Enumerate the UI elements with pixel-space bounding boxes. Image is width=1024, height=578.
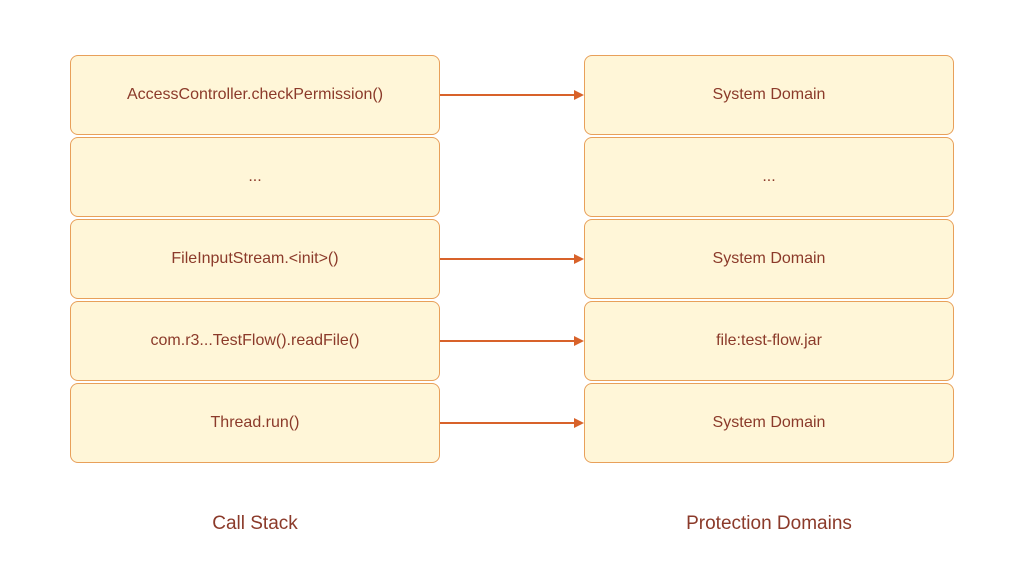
arrow-line — [440, 94, 574, 96]
domain-box: ... — [584, 137, 954, 217]
arrow-line — [440, 422, 574, 424]
domain-box: System Domain — [584, 219, 954, 299]
call-stack-label: Call Stack — [70, 513, 440, 535]
arrows-layer — [440, 55, 584, 465]
domain-box: file:test-flow.jar — [584, 301, 954, 381]
arrow-line — [440, 258, 574, 260]
mapping-arrow — [440, 94, 584, 96]
stack-frame: Thread.run() — [70, 383, 440, 463]
stack-frame: ... — [70, 137, 440, 217]
domain-box: System Domain — [584, 383, 954, 463]
mapping-arrow — [440, 422, 584, 424]
arrow-head-icon — [574, 90, 584, 100]
arrow-head-icon — [574, 254, 584, 264]
protection-domains-label: Protection Domains — [584, 513, 954, 535]
stack-frame: com.r3...TestFlow().readFile() — [70, 301, 440, 381]
arrow-head-icon — [574, 418, 584, 428]
arrow-head-icon — [574, 336, 584, 346]
mapping-arrow — [440, 258, 584, 260]
arrow-line — [440, 340, 574, 342]
stack-frame: AccessController.checkPermission() — [70, 55, 440, 135]
call-stack-column: AccessController.checkPermission() ... F… — [70, 55, 440, 535]
protection-domains-column: System Domain ... System Domain file:tes… — [584, 55, 954, 535]
stack-frame: FileInputStream.<init>() — [70, 219, 440, 299]
mapping-arrow — [440, 340, 584, 342]
domain-box: System Domain — [584, 55, 954, 135]
